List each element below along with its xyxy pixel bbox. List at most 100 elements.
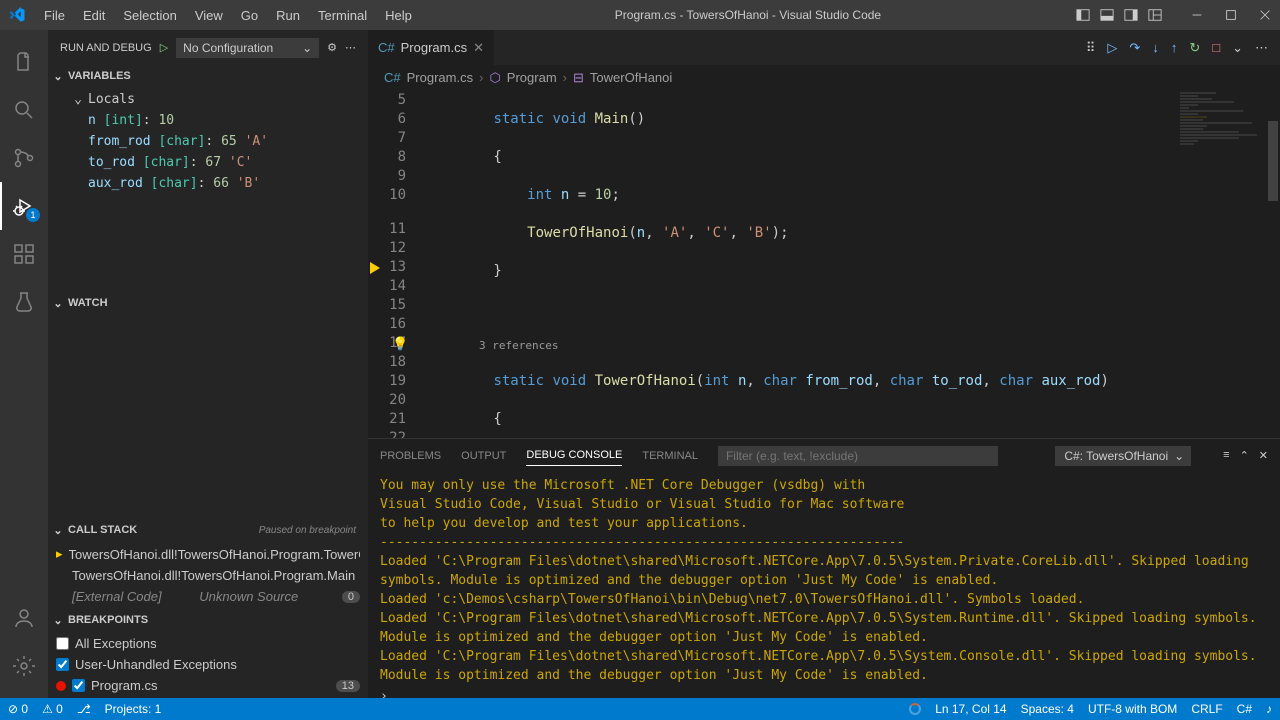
debug-badge: 1 [26,208,40,222]
variable-row[interactable]: to_rod [char]: 67 'C' [48,152,368,173]
activity-debug[interactable]: 1 [0,182,48,230]
continue-icon[interactable]: ▷ [1107,40,1117,56]
menu-run[interactable]: Run [268,4,308,27]
more-icon[interactable]: ⋯ [1255,40,1268,56]
panel-config-select[interactable]: C#: TowersOfHanoi ⌄ [1055,446,1191,466]
stack-frame[interactable]: [External Code]Unknown Source0 [48,586,368,607]
minimize-icon[interactable] [1190,8,1204,22]
execution-pointer-icon [370,262,380,274]
callstack-header[interactable]: ⌄ CALL STACK Paused on breakpoint [48,519,368,541]
activity-explorer[interactable] [0,38,48,86]
breakpoints-header[interactable]: ⌄ BREAKPOINTS [48,609,368,631]
console-prompt-icon[interactable]: › [380,687,1268,698]
watch-header[interactable]: ⌄ WATCH [48,292,368,314]
menu-edit[interactable]: Edit [75,4,113,27]
chevron-down-icon: ⌄ [52,524,64,537]
chevron-down-icon: ⌄ [52,70,64,83]
status-language[interactable]: C# [1237,702,1252,716]
debug-console-output[interactable]: You may only use the Microsoft .NET Core… [368,472,1280,698]
status-spaces[interactable]: Spaces: 4 [1021,702,1074,716]
menu-terminal[interactable]: Terminal [310,4,375,27]
bp-checkbox[interactable] [56,637,69,650]
list-icon[interactable]: ≡ [1223,449,1229,462]
tab-program-cs[interactable]: C# Program.cs ✕ [368,30,495,65]
gear-icon[interactable]: ⚙ [327,41,337,54]
lightbulb-icon[interactable]: 💡 [392,335,408,354]
layout-panel-icon[interactable] [1100,8,1114,22]
tab-output[interactable]: OUTPUT [461,446,506,466]
activity-extensions[interactable] [0,230,48,278]
variable-row[interactable]: from_rod [char]: 65 'A' [48,131,368,152]
window-title: Program.cs - TowersOfHanoi - Visual Stud… [420,8,1076,22]
sidebar-title: RUN AND DEBUG [60,42,152,54]
editor-scrollbar[interactable] [1266,91,1280,438]
vscode-logo-icon [8,6,26,24]
breakpoint-dot-icon [56,681,66,691]
variables-header[interactable]: ⌄ VARIABLES [48,65,368,87]
status-feedback-icon[interactable]: ♪ [1266,702,1272,716]
close-panel-icon[interactable]: ✕ [1259,449,1268,462]
status-eol[interactable]: CRLF [1191,702,1222,716]
bp-checkbox[interactable] [56,658,69,671]
tab-bar: C# Program.cs ✕ ⠿ ▷ ↷ ↓ ↑ ↻ □ ⌄ ⋯ [368,30,1280,65]
status-warnings[interactable]: ⚠ 0 [42,702,63,716]
status-encoding[interactable]: UTF-8 with BOM [1088,702,1177,716]
spinner-icon [909,703,921,715]
bp-checkbox[interactable] [72,679,85,692]
close-tab-icon[interactable]: ✕ [473,40,484,56]
activity-search[interactable] [0,86,48,134]
tab-problems[interactable]: PROBLEMS [380,446,441,466]
breakpoint-item[interactable]: User-Unhandled Exceptions [48,654,368,675]
stack-frame[interactable]: ▸TowersOfHanoi.dll!TowersOfHanoi.Program… [48,543,368,565]
tab-terminal[interactable]: TERMINAL [642,446,698,466]
variable-row[interactable]: aux_rod [char]: 66 'B' [48,173,368,194]
stop-icon[interactable]: □ [1212,40,1220,55]
tab-debug-console[interactable]: DEBUG CONSOLE [526,445,622,466]
status-errors[interactable]: ⊘ 0 [8,702,28,716]
close-icon[interactable] [1258,8,1272,22]
drag-handle-icon[interactable]: ⠿ [1086,40,1096,56]
step-over-icon[interactable]: ↷ [1129,40,1140,56]
breadcrumb[interactable]: C# Program.cs › ⬡ Program › ⊟ TowerOfHan… [368,65,1280,91]
title-bar: File Edit Selection View Go Run Terminal… [0,0,1280,30]
activity-scm[interactable] [0,134,48,182]
status-cursor[interactable]: Ln 17, Col 14 [935,702,1006,716]
menu-file[interactable]: File [36,4,73,27]
activity-account[interactable] [0,594,48,642]
start-debug-icon[interactable]: ▷ [160,41,168,54]
layout-sidebar-left-icon[interactable] [1076,8,1090,22]
console-filter-input[interactable] [718,446,998,466]
breakpoint-item[interactable]: Program.cs13 [48,675,368,696]
activity-testing[interactable] [0,278,48,326]
chevron-down-icon[interactable]: ⌄ [1232,40,1243,56]
activity-settings[interactable] [0,642,48,690]
debug-sidebar: RUN AND DEBUG ▷ No Configuration⌄ ⚙ ⋯ ⌄ … [48,30,368,698]
maximize-icon[interactable] [1224,8,1238,22]
step-into-icon[interactable]: ↓ [1152,40,1159,55]
more-icon[interactable]: ⋯ [345,41,356,54]
code-editor[interactable]: 5 6 7 8 9 10 11 12 13 14 15 16 💡17 18 19… [368,91,1280,438]
menu-bar: File Edit Selection View Go Run Terminal… [36,4,420,27]
bottom-panel: PROBLEMS OUTPUT DEBUG CONSOLE TERMINAL C… [368,438,1280,698]
menu-view[interactable]: View [187,4,231,27]
collapse-icon[interactable]: ⌃ [1240,449,1249,462]
menu-go[interactable]: Go [233,4,266,27]
callstack-status: Paused on breakpoint [259,525,364,536]
breakpoint-item[interactable]: All Exceptions [48,633,368,654]
menu-help[interactable]: Help [377,4,420,27]
layout-sidebar-right-icon[interactable] [1124,8,1138,22]
status-projects[interactable]: Projects: 1 [105,702,162,716]
layout-customize-icon[interactable] [1148,8,1162,22]
editor-area: C# Program.cs ✕ ⠿ ▷ ↷ ↓ ↑ ↻ □ ⌄ ⋯ C# Pro… [368,30,1280,698]
status-bar: ⊘ 0 ⚠ 0 ⎇ Projects: 1 Ln 17, Col 14 Spac… [0,698,1280,720]
restart-icon[interactable]: ↻ [1189,40,1200,56]
debug-config-select[interactable]: No Configuration⌄ [176,38,319,58]
activity-bar: 1 [0,30,48,698]
chevron-down-icon: ⌄ [52,297,64,310]
status-branch[interactable]: ⎇ [77,702,91,716]
scope-locals[interactable]: ⌄Locals [48,89,368,110]
variable-row[interactable]: n [int]: 10 [48,110,368,131]
step-out-icon[interactable]: ↑ [1171,40,1178,55]
menu-selection[interactable]: Selection [115,4,184,27]
stack-frame[interactable]: TowersOfHanoi.dll!TowersOfHanoi.Program.… [48,565,368,586]
